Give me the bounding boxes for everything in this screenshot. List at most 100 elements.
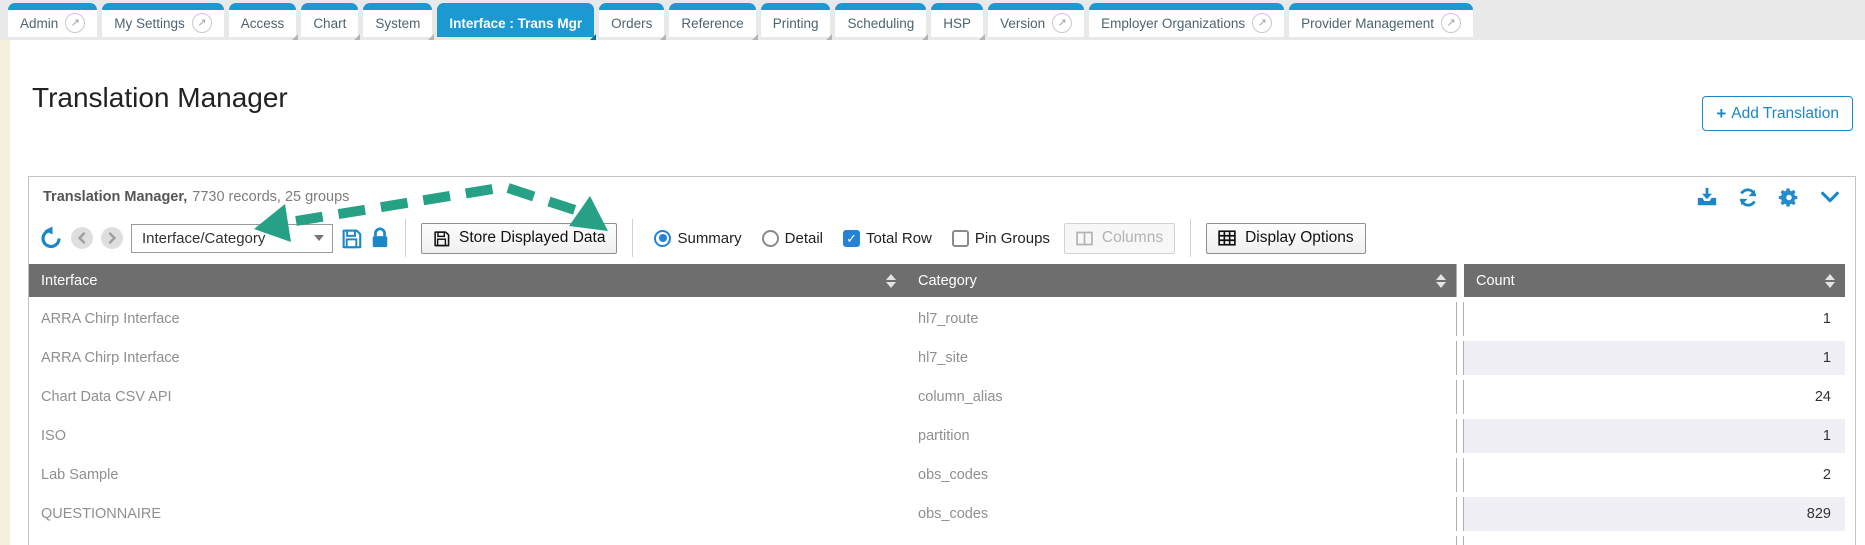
summary-radio[interactable]: Summary [654, 230, 741, 247]
tab-label: Provider Management [1301, 16, 1434, 31]
category-cell: cmp [906, 536, 1456, 545]
tab-access[interactable]: Access ↗ [229, 3, 297, 37]
pinned-column-gap [1456, 458, 1464, 492]
previous-group-button[interactable] [71, 227, 93, 249]
count-cell: 4 [1464, 536, 1845, 545]
category-cell: hl7_site [906, 341, 1456, 375]
translation-manager-screen: Admin ↗ My Settings ↗ Access ↗ Chart ↗ S… [0, 0, 1865, 545]
sort-icon[interactable] [1825, 274, 1835, 288]
display-options-button[interactable]: Display Options [1206, 223, 1366, 254]
tab-label: Admin [20, 16, 58, 31]
tab-label: Scheduling [847, 16, 914, 31]
save-view-icon[interactable] [341, 228, 362, 249]
panel-header: Translation Manager, 7730 records, 25 gr… [29, 177, 1855, 217]
category-cell: partition [906, 419, 1456, 453]
sort-icon[interactable] [1436, 274, 1446, 288]
table-row[interactable]: QUESTIONNAIRE obs_codes 829 [29, 497, 1845, 531]
count-cell: 1 [1464, 302, 1845, 336]
column-header-count[interactable]: Count [1464, 264, 1845, 297]
columns-button-label: Columns [1102, 229, 1163, 247]
add-translation-button[interactable]: + Add Translation [1702, 96, 1853, 131]
download-icon[interactable] [1696, 186, 1718, 208]
interface-cell: ARRA Chirp Interface [29, 302, 906, 336]
gear-icon[interactable] [1778, 186, 1800, 208]
detail-radio-control [762, 230, 779, 247]
pinned-column-gap [1456, 341, 1464, 375]
table-row[interactable]: ARRA Chirp Interface hl7_route 1 [29, 302, 1845, 336]
tab-orders[interactable]: Orders ↗ [599, 3, 664, 37]
pinned-column-gap [1456, 380, 1464, 414]
translation-manager-panel: Translation Manager, 7730 records, 25 gr… [28, 176, 1856, 545]
pin-groups-checkbox[interactable]: Pin Groups [952, 230, 1050, 247]
group-by-select[interactable]: Interface/Category [131, 224, 333, 253]
refresh-icon[interactable] [1737, 186, 1759, 208]
tab-label: Orders [611, 16, 652, 31]
column-header-label: Interface [41, 273, 97, 289]
table-row[interactable]: WEBCHART cmp 4 [29, 536, 1845, 545]
column-header-interface[interactable]: Interface [29, 264, 906, 297]
tab-chart[interactable]: Chart ↗ [301, 3, 358, 37]
undo-icon[interactable] [39, 226, 63, 250]
interface-cell: Lab Sample [29, 458, 906, 492]
external-link-icon: ↗ [1441, 13, 1461, 33]
tab-label: My Settings [114, 16, 185, 31]
floppy-icon [433, 230, 450, 247]
main-content: Translation Manager + Add Translation Tr… [10, 40, 1865, 545]
interface-cell: QUESTIONNAIRE [29, 497, 906, 531]
count-cell: 829 [1464, 497, 1845, 531]
tab-provider-management[interactable]: Provider Management ↗ [1289, 3, 1473, 37]
panel-title: Translation Manager, [43, 189, 187, 205]
store-displayed-data-button[interactable]: Store Displayed Data [421, 223, 617, 254]
tab-reference[interactable]: Reference ↗ [669, 3, 755, 37]
count-cell: 1 [1464, 419, 1845, 453]
table-row[interactable]: ISO partition 1 [29, 419, 1845, 453]
lock-icon[interactable] [370, 227, 390, 249]
tab-printing[interactable]: Printing ↗ [761, 3, 831, 37]
tab-system[interactable]: System ↗ [363, 3, 432, 37]
tab-label: Version [1000, 16, 1045, 31]
tab-label: Employer Organizations [1101, 16, 1245, 31]
table-row[interactable]: ARRA Chirp Interface hl7_site 1 [29, 341, 1845, 375]
detail-radio[interactable]: Detail [762, 230, 823, 247]
summary-radio-label: Summary [677, 230, 741, 247]
detail-radio-label: Detail [785, 230, 823, 247]
external-link-icon: ↗ [192, 13, 212, 33]
pinned-column-gap [1456, 419, 1464, 453]
left-gutter [0, 40, 10, 545]
toolbar-divider [1190, 219, 1191, 257]
plus-icon: + [1716, 104, 1726, 124]
tab-my-settings[interactable]: My Settings ↗ [102, 3, 224, 37]
category-cell: column_alias [906, 380, 1456, 414]
tab-version[interactable]: Version ↗ [988, 3, 1084, 37]
pinned-column-gap [1456, 536, 1464, 545]
tab-hsp[interactable]: HSP ↗ [931, 3, 983, 37]
total-row-checkbox[interactable]: Total Row [843, 230, 932, 247]
tab-label: Chart [313, 16, 346, 31]
table-row[interactable]: Chart Data CSV API column_alias 24 [29, 380, 1845, 414]
pin-groups-checkbox-label: Pin Groups [975, 230, 1050, 247]
column-header-category[interactable]: Category [906, 264, 1456, 297]
tab-interface-trans-mgr[interactable]: Interface : Trans Mgr ↗ [437, 3, 594, 37]
external-link-icon: ↗ [1252, 13, 1272, 33]
tab-label: Printing [773, 16, 819, 31]
category-cell: obs_codes [906, 497, 1456, 531]
tab-label: Access [241, 16, 285, 31]
tab-label: Reference [681, 16, 743, 31]
store-displayed-data-label: Store Displayed Data [459, 229, 605, 247]
tab-admin[interactable]: Admin ↗ [8, 3, 97, 37]
chevron-down-icon[interactable] [1819, 186, 1841, 208]
table-row[interactable]: Lab Sample obs_codes 2 [29, 458, 1845, 492]
panel-record-count: 7730 records, 25 groups [192, 189, 349, 205]
page-title: Translation Manager [32, 82, 288, 114]
tab-employer-organizations[interactable]: Employer Organizations ↗ [1089, 3, 1284, 37]
toolbar-divider [632, 219, 633, 257]
sort-icon[interactable] [886, 274, 896, 288]
next-group-button[interactable] [101, 227, 123, 249]
column-header-label: Category [918, 273, 977, 289]
count-cell: 2 [1464, 458, 1845, 492]
table-grid-icon [1218, 230, 1236, 246]
external-link-icon: ↗ [1052, 13, 1072, 33]
tab-scheduling[interactable]: Scheduling ↗ [835, 3, 926, 37]
column-header-label: Count [1476, 273, 1515, 289]
select-caret-icon [314, 235, 324, 241]
